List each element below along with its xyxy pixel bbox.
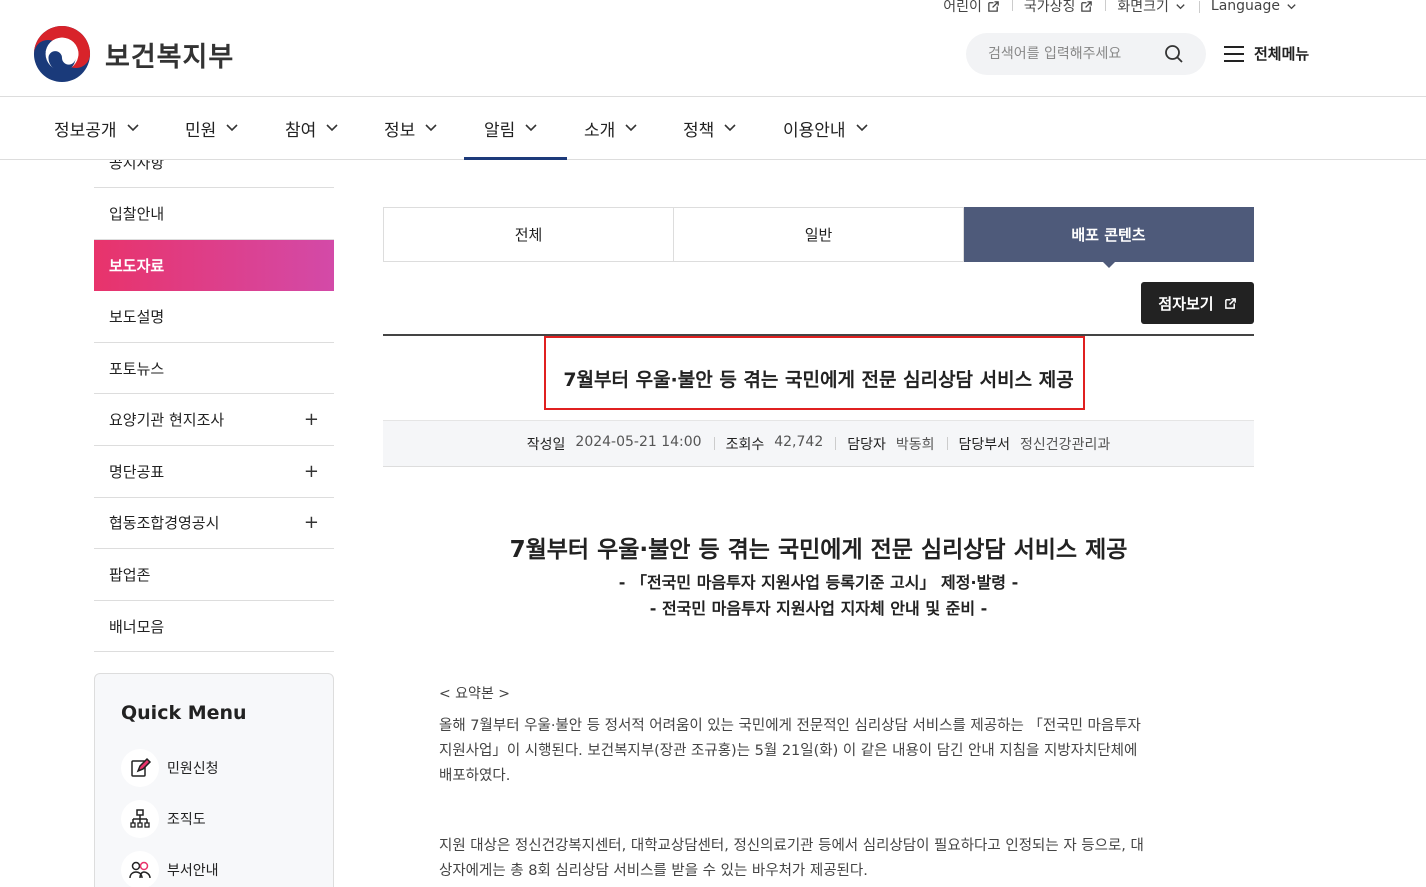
article-meta: 작성일 2024-05-21 14:00 조회수 42,742 담당자 박동희 담당부… — [383, 420, 1254, 467]
national-symbol-link[interactable]: 국가상징 — [1011, 0, 1106, 16]
chevron-down-icon — [724, 124, 736, 132]
sidebar-item-press-explanation[interactable]: 보도설명 — [94, 291, 334, 343]
tab-distribution-content[interactable]: 배포 콘텐츠 — [964, 207, 1254, 268]
article-body-heading: 7월부터 우울·불안 등 겪는 국민에게 전문 심리상담 서비스 제공 - 「전… — [383, 530, 1254, 622]
site-logo[interactable]: 보건복지부 — [33, 25, 234, 83]
gnb-item-civil-petition[interactable]: 민원 — [185, 97, 238, 159]
tab-general[interactable]: 일반 — [674, 207, 964, 262]
external-link-icon — [988, 0, 999, 12]
brand-name: 보건복지부 — [105, 41, 235, 73]
quick-menu: Quick Menu 민원신청 조직도 부서안내 — [94, 673, 334, 887]
screen-size-dropdown[interactable]: 화면크기 — [1105, 0, 1199, 16]
external-link-icon — [1081, 0, 1093, 12]
side-nav: 공지사항 입찰안내 보도자료 보도설명 포토뉴스 요양기관 현지조사 + 명단공표… — [94, 138, 334, 653]
article-title: 7월부터 우울·불안 등 겪는 국민에게 전문 심리상담 서비스 제공 — [563, 368, 1074, 391]
chevron-down-icon — [425, 124, 437, 132]
language-dropdown[interactable]: Language — [1198, 0, 1310, 14]
gnb-item-participation[interactable]: 참여 — [285, 97, 338, 159]
kids-link[interactable]: 어린이 — [931, 0, 1012, 16]
search-box — [966, 33, 1206, 75]
sidebar-item-press-release[interactable]: 보도자료 — [94, 239, 334, 292]
hamburger-icon — [1224, 45, 1244, 62]
gnb-item-policy[interactable]: 정책 — [683, 97, 736, 159]
quick-item-petition[interactable]: 민원신청 — [121, 742, 307, 793]
sidebar-item-onsite-inspection[interactable]: 요양기관 현지조사 + — [94, 394, 334, 446]
chevron-down-icon — [525, 124, 537, 132]
sidebar-item-banners[interactable]: 배너모음 — [94, 601, 334, 653]
category-tabs: 전체 일반 배포 콘텐츠 — [383, 207, 1254, 268]
body-subtitle-1: - 「전국민 마음투자 지원사업 등록기준 고시」 제정·발령 - — [618, 573, 1019, 592]
body-subtitle-2: - 전국민 마음투자 지원사업 지자체 안내 및 준비 - — [649, 599, 988, 618]
meta-views: 조회수 42,742 — [713, 434, 836, 454]
search-input[interactable] — [988, 46, 1148, 62]
all-menu-button[interactable]: 전체메뉴 — [1224, 43, 1309, 64]
tab-all[interactable]: 전체 — [383, 207, 674, 262]
meta-date: 작성일 2024-05-21 14:00 — [526, 433, 702, 453]
summary-label: < 요약본 > — [439, 686, 511, 702]
body-paragraph-1: 올해 7월부터 우울·불안 등 정서적 어려움이 있는 국민에게 전문적인 심리… — [439, 718, 1141, 784]
utility-bar: 어린이 국가상징 화면크기 Language — [931, 0, 1310, 16]
people-icon — [121, 850, 159, 887]
sidebar-item-list-disclosure[interactable]: 명단공표 + — [94, 446, 334, 498]
body-title: 7월부터 우울·불안 등 겪는 국민에게 전문 심리상담 서비스 제공 — [509, 537, 1128, 563]
gnb-item-information[interactable]: 정보 — [384, 97, 437, 159]
chevron-down-icon — [625, 124, 637, 132]
chevron-down-icon — [855, 124, 868, 132]
gnb-item-info-disclosure[interactable]: 정보공개 — [54, 97, 139, 159]
org-chart-icon — [121, 799, 159, 838]
chevron-down-icon — [1176, 3, 1185, 9]
expand-plus-icon[interactable]: + — [304, 512, 319, 533]
body-paragraph-2: 지원 대상은 정신건강복지센터, 대학교상담센터, 정신의료기관 등에서 심리상… — [439, 838, 1144, 879]
chevron-down-icon — [126, 124, 139, 132]
braille-view-button[interactable]: 점자보기 — [1141, 282, 1254, 324]
quick-item-departments[interactable]: 부서안내 — [121, 844, 307, 887]
gnb-item-notice[interactable]: 알림 — [463, 97, 568, 160]
meta-contact: 담당자 박동희 — [835, 434, 946, 454]
pencil-icon — [121, 748, 159, 787]
gnb-item-about[interactable]: 소개 — [584, 97, 637, 159]
taegeuk-logo-icon — [33, 25, 91, 83]
quick-menu-title: Quick Menu — [121, 702, 247, 724]
sidebar-item-bidding[interactable]: 입찰안내 — [94, 188, 334, 240]
sidebar-item-photo-news[interactable]: 포토뉴스 — [94, 343, 334, 395]
quick-item-org-chart[interactable]: 조직도 — [121, 793, 307, 844]
search-icon[interactable] — [1164, 44, 1184, 64]
gnb-item-usage-guide[interactable]: 이용안내 — [783, 97, 868, 159]
article-header: 7월부터 우울·불안 등 겪는 국민에게 전문 심리상담 서비스 제공 작성일 2… — [383, 334, 1254, 467]
chevron-down-icon — [1287, 3, 1296, 9]
expand-plus-icon[interactable]: + — [304, 409, 319, 430]
expand-plus-icon[interactable]: + — [304, 461, 319, 482]
sidebar-item-coop-disclosure[interactable]: 협동조합경영공시 + — [94, 498, 334, 550]
external-link-icon — [1224, 297, 1236, 309]
chevron-down-icon — [326, 124, 338, 132]
chevron-down-icon — [226, 124, 238, 132]
sidebar-item-popup-zone[interactable]: 팝업존 — [94, 549, 334, 601]
meta-department: 담당부서 정신건강관리과 — [946, 434, 1123, 454]
main-nav: 정보공개 민원 참여 정보 알림 소개 정책 이용안내 — [0, 96, 1426, 160]
